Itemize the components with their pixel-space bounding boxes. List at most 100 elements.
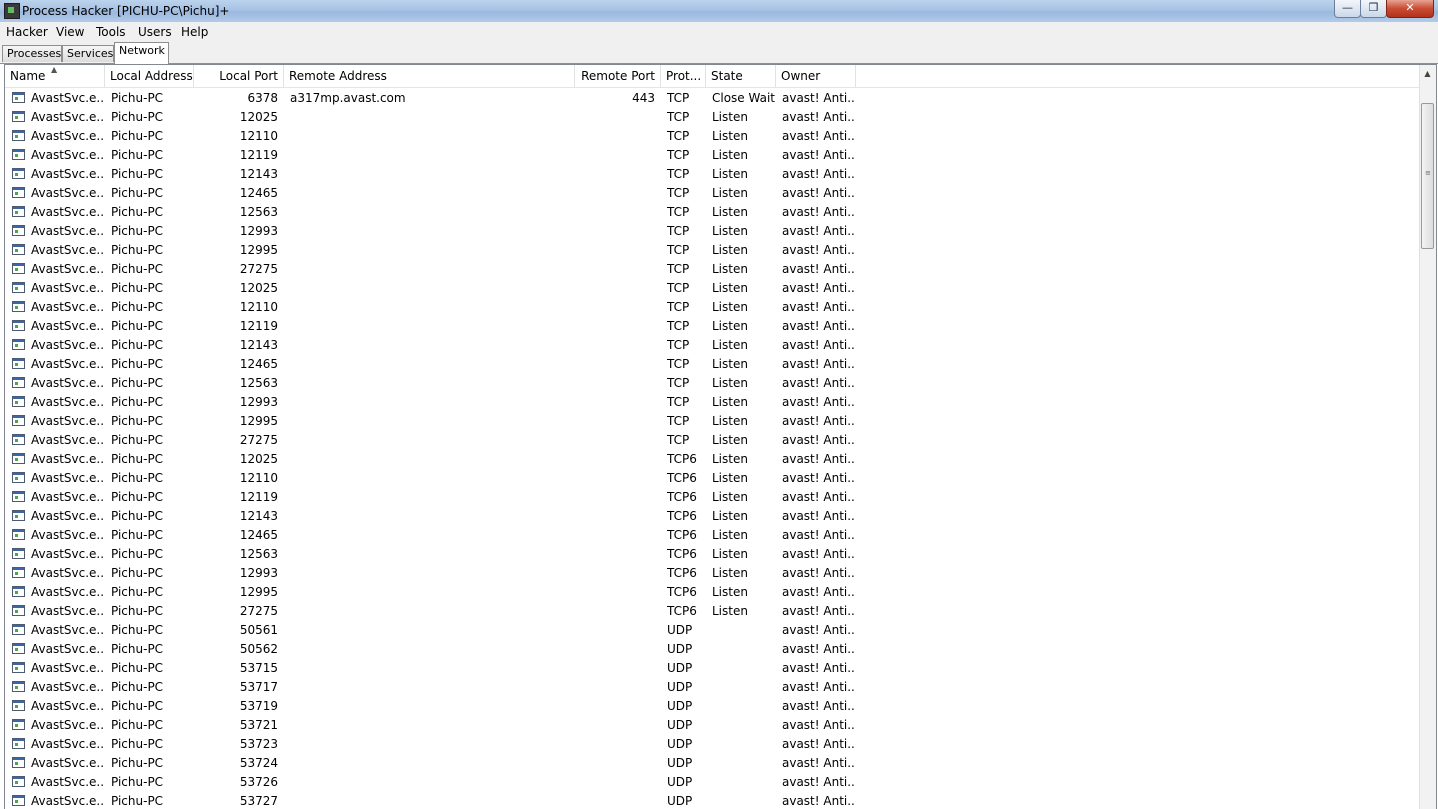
cell-local-address: Pichu-PC bbox=[111, 528, 164, 542]
table-row[interactable]: AvastSvc.e... Pichu-PC 12993 TCP Listen avast… bbox=[5, 222, 1420, 241]
table-row[interactable]: AvastSvc.e... Pichu-PC 53727 UDP avast! Anti… bbox=[5, 792, 1420, 809]
cell-state bbox=[712, 659, 778, 678]
table-row[interactable]: AvastSvc.e... Pichu-PC 12563 TCP6 Listen avas… bbox=[5, 545, 1420, 564]
menu-tools[interactable]: Tools bbox=[96, 25, 126, 39]
table-row[interactable]: AvastSvc.e... Pichu-PC 12119 TCP Listen avast… bbox=[5, 317, 1420, 336]
cell-protocol: TCP bbox=[667, 300, 690, 314]
table-row[interactable]: AvastSvc.e... Pichu-PC 6378 a317mp.avast.co… bbox=[5, 89, 1420, 108]
table-row[interactable]: AvastSvc.e... Pichu-PC 53726 UDP avast! Anti… bbox=[5, 773, 1420, 792]
menu-users[interactable]: Users bbox=[138, 25, 172, 39]
column-name[interactable]: Name ▲ bbox=[5, 65, 105, 87]
cell-protocol: TCP bbox=[667, 110, 690, 124]
cell-state: Listen bbox=[712, 566, 748, 580]
table-row[interactable]: AvastSvc.e... Pichu-PC 53721 UDP avast! Anti… bbox=[5, 716, 1420, 735]
table-row[interactable]: AvastSvc.e... Pichu-PC 12025 TCP6 Listen avas… bbox=[5, 450, 1420, 469]
table-row[interactable]: AvastSvc.e... Pichu-PC 12465 TCP Listen avast… bbox=[5, 184, 1420, 203]
cell-local-address: Pichu-PC bbox=[111, 756, 164, 770]
cell-remote-address bbox=[290, 450, 570, 469]
table-row[interactable]: AvastSvc.e... Pichu-PC 12995 TCP Listen avast… bbox=[5, 241, 1420, 260]
table-row[interactable]: AvastSvc.e... Pichu-PC 12995 TCP6 Listen avas… bbox=[5, 583, 1420, 602]
table-row[interactable]: AvastSvc.e... Pichu-PC 12110 TCP6 Listen avas… bbox=[5, 469, 1420, 488]
table-row[interactable]: AvastSvc.e... Pichu-PC 53715 UDP avast! Anti… bbox=[5, 659, 1420, 678]
table-row[interactable]: AvastSvc.e... Pichu-PC 12993 TCP Listen avast… bbox=[5, 393, 1420, 412]
table-row[interactable]: AvastSvc.e... Pichu-PC 12143 TCP6 Listen avas… bbox=[5, 507, 1420, 526]
table-row[interactable]: AvastSvc.e... Pichu-PC 12563 TCP Listen avast… bbox=[5, 203, 1420, 222]
table-row[interactable]: AvastSvc.e... Pichu-PC 12143 TCP Listen avast… bbox=[5, 336, 1420, 355]
cell-local-port: 12143 bbox=[239, 338, 278, 352]
table-row[interactable]: AvastSvc.e... Pichu-PC 27275 TCP Listen avast… bbox=[5, 431, 1420, 450]
tab-services[interactable]: Services bbox=[62, 45, 114, 62]
table-row[interactable]: AvastSvc.e... Pichu-PC 27275 TCP6 Listen avas… bbox=[5, 602, 1420, 621]
table-row[interactable]: AvastSvc.e... Pichu-PC 12563 TCP Listen avast… bbox=[5, 374, 1420, 393]
cell-state bbox=[712, 754, 778, 773]
table-row[interactable]: AvastSvc.e... Pichu-PC 53719 UDP avast! Anti… bbox=[5, 697, 1420, 716]
table-row[interactable]: AvastSvc.e... Pichu-PC 12119 TCP6 Listen avas… bbox=[5, 488, 1420, 507]
scrollbar-thumb[interactable]: ≡ bbox=[1421, 103, 1434, 249]
cell-protocol: TCP bbox=[667, 186, 690, 200]
process-window-icon bbox=[12, 624, 25, 635]
table-row[interactable]: AvastSvc.e... Pichu-PC 50562 UDP avast! Anti… bbox=[5, 640, 1420, 659]
cell-remote-port bbox=[575, 526, 655, 545]
table-row[interactable]: AvastSvc.e... Pichu-PC 27275 TCP Listen avast… bbox=[5, 260, 1420, 279]
cell-state: Listen bbox=[712, 262, 748, 276]
cell-state bbox=[712, 792, 778, 809]
maximize-button[interactable]: ❐ bbox=[1360, 0, 1387, 18]
column-protocol[interactable]: Prot... bbox=[661, 65, 706, 87]
cell-local-port: 53723 bbox=[239, 737, 278, 751]
cell-owner: avast! Anti... bbox=[782, 224, 854, 238]
table-row[interactable]: AvastSvc.e... Pichu-PC 12465 TCP Listen avast… bbox=[5, 355, 1420, 374]
menu-view[interactable]: View bbox=[56, 25, 84, 39]
process-hacker-icon[interactable] bbox=[4, 3, 20, 19]
table-row[interactable]: AvastSvc.e... Pichu-PC 12110 TCP Listen avast… bbox=[5, 298, 1420, 317]
process-window-icon bbox=[12, 149, 25, 160]
cell-remote-port bbox=[575, 222, 655, 241]
vertical-scrollbar[interactable]: ▲ ≡ bbox=[1419, 65, 1436, 809]
cell-local-address: Pichu-PC bbox=[111, 680, 164, 694]
process-window-icon bbox=[12, 130, 25, 141]
cell-protocol: TCP bbox=[667, 129, 690, 143]
table-row[interactable]: AvastSvc.e... Pichu-PC 12993 TCP6 Listen avas… bbox=[5, 564, 1420, 583]
cell-remote-address bbox=[290, 222, 570, 241]
cell-state bbox=[712, 640, 778, 659]
table-row[interactable]: AvastSvc.e... Pichu-PC 12465 TCP6 Listen avas… bbox=[5, 526, 1420, 545]
network-list[interactable]: Name ▲ Local Address Local Port Remote A… bbox=[4, 64, 1437, 809]
cell-name: AvastSvc.e... bbox=[31, 471, 105, 485]
cell-state: Listen bbox=[712, 357, 748, 371]
title-bar[interactable]: Process Hacker [PICHU-PC\Pichu]+ — ❐ ✕ bbox=[0, 0, 1438, 23]
cell-local-port: 53717 bbox=[239, 680, 278, 694]
table-row[interactable]: AvastSvc.e... Pichu-PC 53724 UDP avast! Anti… bbox=[5, 754, 1420, 773]
column-owner[interactable]: Owner bbox=[776, 65, 856, 87]
cell-name: AvastSvc.e... bbox=[31, 243, 105, 257]
table-row[interactable]: AvastSvc.e... Pichu-PC 50561 UDP avast! Anti… bbox=[5, 621, 1420, 640]
tab-processes[interactable]: Processes bbox=[2, 45, 62, 62]
column-remote-address[interactable]: Remote Address bbox=[284, 65, 575, 87]
table-row[interactable]: AvastSvc.e... Pichu-PC 12119 TCP Listen avast… bbox=[5, 146, 1420, 165]
column-local-port[interactable]: Local Port bbox=[194, 65, 284, 87]
close-button[interactable]: ✕ bbox=[1386, 0, 1434, 18]
table-row[interactable]: AvastSvc.e... Pichu-PC 53717 UDP avast! Anti… bbox=[5, 678, 1420, 697]
cell-protocol: TCP bbox=[667, 281, 690, 295]
cell-local-port: 12465 bbox=[239, 357, 278, 371]
cell-remote-port bbox=[575, 374, 655, 393]
table-row[interactable]: AvastSvc.e... Pichu-PC 12025 TCP Listen avast… bbox=[5, 108, 1420, 127]
cell-local-port: 12563 bbox=[239, 205, 278, 219]
tab-network[interactable]: Network bbox=[114, 42, 169, 64]
cell-remote-address bbox=[290, 355, 570, 374]
column-state[interactable]: State bbox=[706, 65, 776, 87]
table-row[interactable]: AvastSvc.e... Pichu-PC 12110 TCP Listen avast… bbox=[5, 127, 1420, 146]
menu-help[interactable]: Help bbox=[181, 25, 208, 39]
minimize-button[interactable]: — bbox=[1334, 0, 1361, 18]
cell-local-address: Pichu-PC bbox=[111, 395, 164, 409]
table-row[interactable]: AvastSvc.e... Pichu-PC 12143 TCP Listen avast… bbox=[5, 165, 1420, 184]
column-local-address[interactable]: Local Address bbox=[105, 65, 194, 87]
table-row[interactable]: AvastSvc.e... Pichu-PC 12025 TCP Listen avast… bbox=[5, 279, 1420, 298]
process-window-icon bbox=[12, 187, 25, 198]
table-row[interactable]: AvastSvc.e... Pichu-PC 53723 UDP avast! Anti… bbox=[5, 735, 1420, 754]
cell-name: AvastSvc.e... bbox=[31, 205, 105, 219]
cell-remote-address bbox=[290, 659, 570, 678]
cell-remote-port bbox=[575, 203, 655, 222]
column-remote-port[interactable]: Remote Port bbox=[575, 65, 661, 87]
table-row[interactable]: AvastSvc.e... Pichu-PC 12995 TCP Listen avast… bbox=[5, 412, 1420, 431]
scroll-up-arrow-icon[interactable]: ▲ bbox=[1421, 66, 1434, 82]
menu-hacker[interactable]: Hacker bbox=[6, 25, 48, 39]
